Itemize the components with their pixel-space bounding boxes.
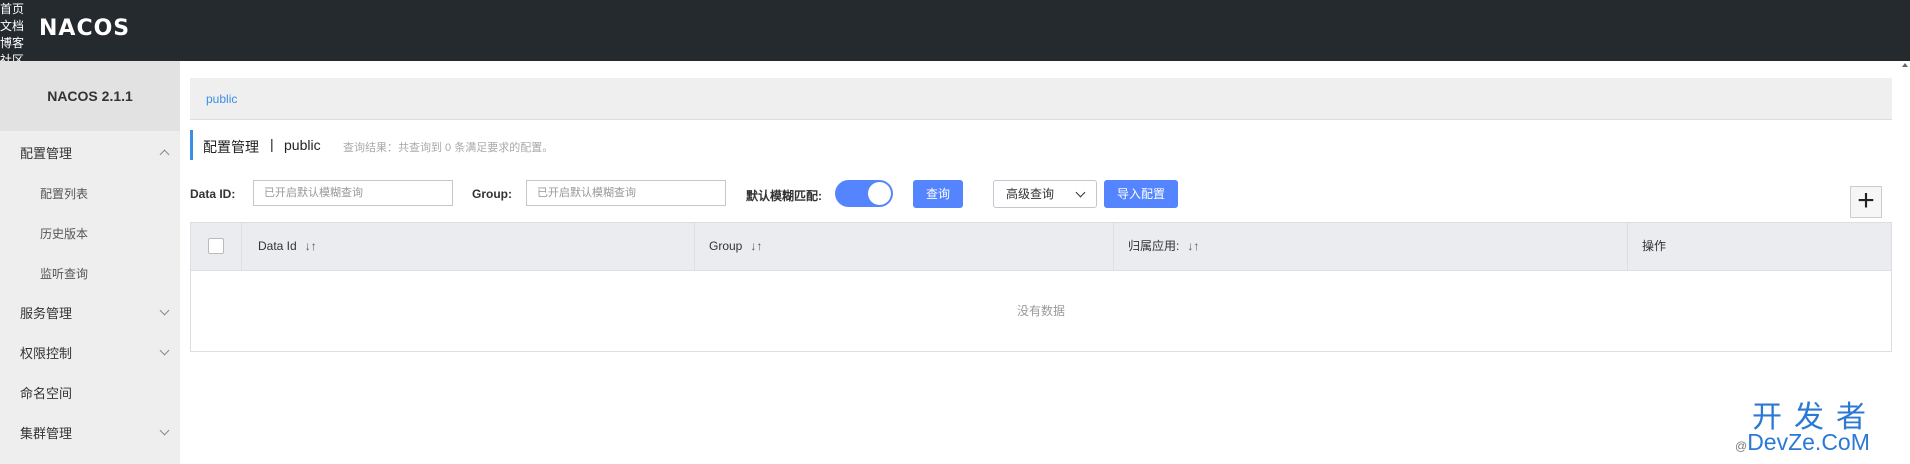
table-header: Data Id ↓↑ Group ↓↑ 归属应用: ↓↑ 操作 (191, 223, 1891, 271)
sidebar: NACOS 2.1.1 配置管理 配置列表 历史版本 监听查询 服务管理 权限控… (0, 61, 180, 464)
fuzzy-match-label: 默认模糊匹配: (746, 189, 822, 203)
config-table: Data Id ↓↑ Group ↓↑ 归属应用: ↓↑ 操作 没有数据 (190, 222, 1892, 352)
column-header-label: 操作 (1642, 239, 1667, 253)
sidebar-item-history[interactable]: 历史版本 (0, 214, 180, 254)
page-header: 配置管理 | public 查询结果：共查询到 0 条满足要求的配置。 (190, 130, 793, 160)
dataid-label: Data ID: (190, 187, 236, 201)
sidebar-item-label: 命名空间 (20, 386, 73, 401)
import-config-button[interactable]: 导入配置 (1104, 180, 1178, 208)
sidebar-item-service-management[interactable]: 服务管理 (0, 294, 180, 334)
query-button[interactable]: 查询 (913, 180, 963, 208)
group-label: Group: (472, 187, 512, 201)
namespace-bar: public (190, 78, 1892, 120)
sidebar-item-label: 监听查询 (40, 267, 89, 281)
chevron-down-icon (1075, 187, 1086, 198)
scroll-up-arrow-icon[interactable] (1902, 63, 1908, 67)
select-all-checkbox[interactable] (208, 238, 224, 254)
chevron-down-icon (159, 425, 170, 436)
nacos-logo[interactable]: NACOS (39, 16, 130, 41)
chevron-down-icon (159, 305, 170, 316)
top-navbar: NACOS 首页 文档 博客 社区 Nacos企业版 En nacos (0, 0, 1910, 123)
plus-icon: + (1857, 184, 1875, 217)
sort-icon[interactable]: ↓↑ (1187, 239, 1199, 253)
sidebar-item-permission-control[interactable]: 权限控制 (0, 334, 180, 374)
group-input[interactable]: 已开启默认模糊查询 (526, 180, 726, 206)
sidebar-item-label: 历史版本 (40, 227, 89, 241)
sort-icon[interactable]: ↓↑ (750, 239, 762, 253)
sort-icon[interactable]: ↓↑ (305, 239, 317, 253)
watermark-domain: DevZe.CoM (1747, 429, 1870, 455)
chevron-down-icon (159, 345, 170, 356)
dataid-input[interactable]: 已开启默认模糊查询 (253, 180, 453, 206)
sidebar-item-config-management[interactable]: 配置管理 (0, 134, 180, 174)
column-header-dataid[interactable]: Data Id ↓↑ (241, 223, 694, 270)
version-label: NACOS 2.1.1 (0, 61, 180, 131)
sidebar-item-label: 配置列表 (40, 187, 89, 201)
watermark-at: @ (1735, 439, 1748, 453)
sidebar-item-namespace[interactable]: 命名空间 (0, 374, 180, 414)
page-title: 配置管理 (203, 139, 259, 155)
column-header-label: Group (709, 239, 743, 253)
column-header-label: 归属应用: (1128, 239, 1180, 253)
empty-table-message: 没有数据 (1016, 304, 1065, 318)
nav-home[interactable]: 首页 (0, 0, 1910, 17)
query-result-text: 查询结果：共查询到 0 条满足要求的配置。 (343, 142, 554, 154)
current-namespace: public (284, 137, 321, 153)
nav-docs[interactable]: 文档 (0, 17, 1910, 34)
nav-blog[interactable]: 博客 (0, 34, 1910, 51)
title-separator: | (270, 136, 274, 152)
sidebar-item-label: 权限控制 (20, 346, 73, 361)
sidebar-item-cluster-management[interactable]: 集群管理 (0, 414, 180, 454)
column-header-group[interactable]: Group ↓↑ (694, 223, 1113, 270)
sidebar-item-label: 服务管理 (20, 306, 73, 321)
column-header-actions: 操作 (1627, 223, 1891, 270)
namespace-link-public[interactable]: public (206, 92, 237, 106)
add-config-button[interactable]: + (1850, 186, 1882, 218)
column-header-label: Data Id (258, 239, 297, 253)
column-header-app[interactable]: 归属应用: ↓↑ (1113, 223, 1627, 270)
sidebar-item-config-list[interactable]: 配置列表 (0, 174, 180, 214)
nav-community[interactable]: 社区 (0, 51, 1910, 68)
sidebar-item-listener-query[interactable]: 监听查询 (0, 254, 180, 294)
sidebar-item-label: 配置管理 (20, 146, 73, 161)
toggle-knob (868, 182, 891, 205)
fuzzy-match-toggle[interactable] (835, 180, 893, 207)
select-all-cell (191, 223, 241, 270)
watermark-site: @DevZe.CoM (1735, 429, 1870, 456)
sidebar-item-label: 集群管理 (20, 426, 73, 441)
chevron-up-icon (159, 149, 170, 160)
advanced-query-button[interactable]: 高级查询 (993, 180, 1097, 208)
advanced-query-label: 高级查询 (1006, 187, 1055, 201)
